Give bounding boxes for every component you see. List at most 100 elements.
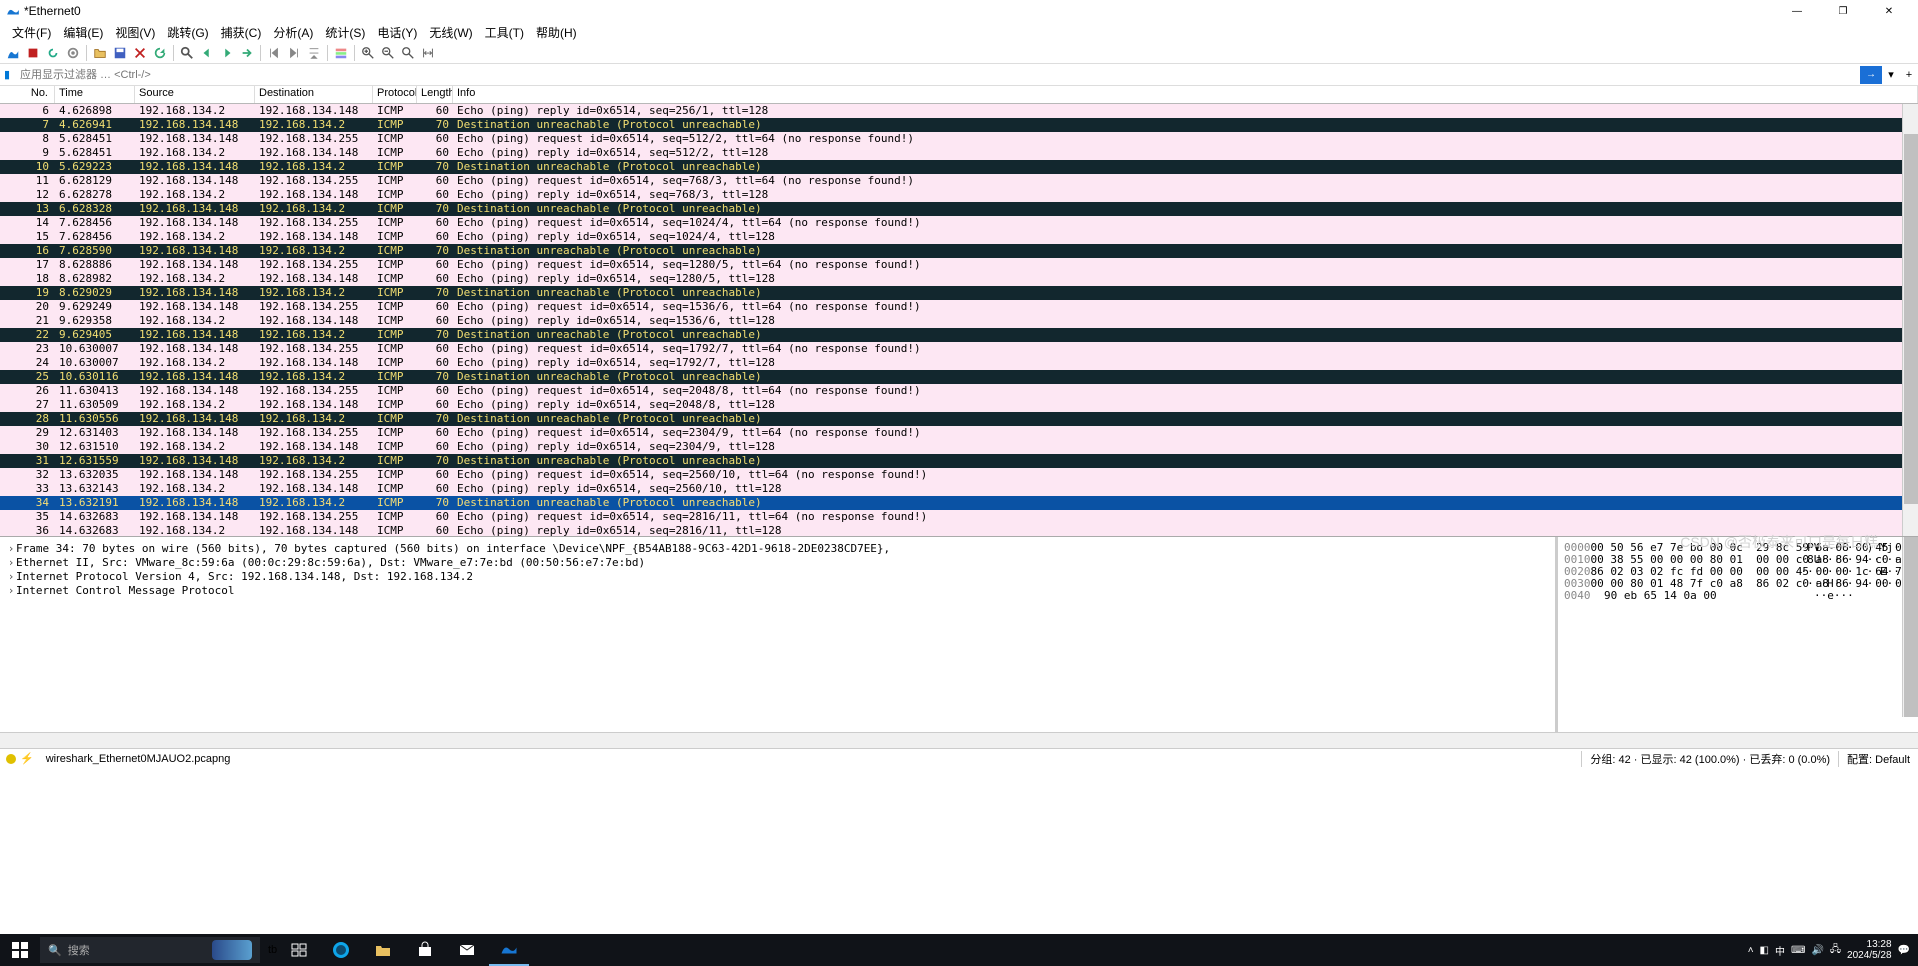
file-explorer-icon[interactable] — [363, 934, 403, 966]
zoom-in-button[interactable] — [359, 44, 377, 62]
packet-row[interactable]: 2811.630556192.168.134.148192.168.134.2I… — [0, 412, 1918, 426]
packet-row[interactable]: 188.628982192.168.134.2192.168.134.148IC… — [0, 272, 1918, 286]
menu-item[interactable]: 电话(Y) — [371, 22, 423, 43]
packet-row[interactable]: 229.629405192.168.134.148192.168.134.2IC… — [0, 328, 1918, 342]
menu-item[interactable]: 无线(W) — [423, 22, 478, 43]
filter-add-button[interactable]: + — [1900, 65, 1918, 85]
packet-row[interactable]: 3313.632143192.168.134.2192.168.134.148I… — [0, 482, 1918, 496]
packet-row[interactable]: 2611.630413192.168.134.148192.168.134.25… — [0, 384, 1918, 398]
status-profile[interactable]: 配置: Default — [1838, 751, 1918, 767]
packet-row[interactable]: 209.629249192.168.134.148192.168.134.255… — [0, 300, 1918, 314]
packet-row[interactable]: 178.628886192.168.134.148192.168.134.255… — [0, 258, 1918, 272]
column-destination[interactable]: Destination — [255, 86, 373, 103]
open-file-button[interactable] — [91, 44, 109, 62]
zoom-reset-button[interactable] — [399, 44, 417, 62]
menu-item[interactable]: 工具(T) — [479, 22, 530, 43]
packet-row[interactable]: 95.628451192.168.134.2192.168.134.148ICM… — [0, 146, 1918, 160]
packet-row[interactable]: 136.628328192.168.134.148192.168.134.2IC… — [0, 202, 1918, 216]
packet-row[interactable]: 2410.630007192.168.134.2192.168.134.148I… — [0, 356, 1918, 370]
hex-line[interactable]: 001000 38 55 00 00 00 80 01 00 00 c0 a8 … — [1564, 553, 1912, 565]
packet-row[interactable]: 3112.631559192.168.134.148192.168.134.2I… — [0, 454, 1918, 468]
go-to-button[interactable] — [238, 44, 256, 62]
packet-row[interactable]: 126.628278192.168.134.2192.168.134.148IC… — [0, 188, 1918, 202]
taskbar-search[interactable]: 🔍 搜索 — [40, 937, 260, 963]
tray-ime-icon[interactable]: 中 — [1775, 943, 1785, 958]
colorize-button[interactable] — [332, 44, 350, 62]
task-view-button[interactable] — [279, 934, 319, 966]
start-capture-button[interactable] — [4, 44, 22, 62]
display-filter-input[interactable] — [14, 65, 1860, 85]
packet-list-scrollbar[interactable] — [1902, 104, 1918, 536]
bookmark-icon[interactable]: ▮ — [0, 65, 14, 85]
go-forward-button[interactable] — [218, 44, 236, 62]
resize-columns-button[interactable] — [419, 44, 437, 62]
menu-item[interactable]: 统计(S) — [319, 22, 371, 43]
column-length[interactable]: Length — [417, 86, 453, 103]
minimize-button[interactable]: — — [1774, 0, 1820, 22]
go-back-button[interactable] — [198, 44, 216, 62]
column-source[interactable]: Source — [135, 86, 255, 103]
packet-row[interactable]: 2912.631403192.168.134.148192.168.134.25… — [0, 426, 1918, 440]
hex-line[interactable]: 003000 00 80 01 48 7f c0 a8 86 02 c0 a8 … — [1564, 577, 1912, 589]
reload-button[interactable] — [151, 44, 169, 62]
tray-up-icon[interactable]: ˄ — [1748, 945, 1754, 956]
packet-row[interactable]: 198.629029192.168.134.148192.168.134.2IC… — [0, 286, 1918, 300]
packet-row[interactable]: 85.628451192.168.134.148192.168.134.255I… — [0, 132, 1918, 146]
tree-toggle-icon[interactable]: › — [6, 556, 16, 569]
zoom-out-button[interactable] — [379, 44, 397, 62]
detail-tree-item[interactable]: › Internet Protocol Version 4, Src: 192.… — [6, 569, 1549, 583]
tray-input-icon[interactable]: ⌨ — [1791, 945, 1805, 956]
capture-options-button[interactable] — [64, 44, 82, 62]
find-button[interactable] — [178, 44, 196, 62]
go-first-button[interactable] — [265, 44, 283, 62]
packet-details-pane[interactable]: › Frame 34: 70 bytes on wire (560 bits),… — [0, 537, 1558, 732]
wireshark-taskbar-icon[interactable] — [489, 934, 529, 966]
save-file-button[interactable] — [111, 44, 129, 62]
detail-tree-item[interactable]: › Ethernet II, Src: VMware_8c:59:6a (00:… — [6, 555, 1549, 569]
column-protocol[interactable]: Protocol — [373, 86, 417, 103]
close-file-button[interactable] — [131, 44, 149, 62]
hex-scrollbar[interactable] — [1902, 537, 1918, 717]
clock-time[interactable]: 13:28 — [1847, 939, 1892, 950]
packet-row[interactable]: 64.626898192.168.134.2192.168.134.148ICM… — [0, 104, 1918, 118]
filter-dropdown-button[interactable]: ▾ — [1882, 65, 1900, 85]
packet-row[interactable]: 147.628456192.168.134.148192.168.134.255… — [0, 216, 1918, 230]
menu-item[interactable]: 跳转(G) — [161, 22, 214, 43]
go-last-button[interactable] — [285, 44, 303, 62]
detail-tree-item[interactable]: › Internet Control Message Protocol — [6, 583, 1549, 597]
column-info[interactable]: Info — [453, 86, 1918, 103]
packet-row[interactable]: 74.626941192.168.134.148192.168.134.2ICM… — [0, 118, 1918, 132]
packet-row[interactable]: 105.629223192.168.134.148192.168.134.2IC… — [0, 160, 1918, 174]
notifications-icon[interactable]: 💬 — [1898, 945, 1910, 956]
status-filename[interactable]: wireshark_Ethernet0MJAUO2.pcapng — [40, 753, 1582, 765]
tray-app-icon[interactable]: ◧ — [1760, 945, 1769, 956]
detail-tree-item[interactable]: › Frame 34: 70 bytes on wire (560 bits),… — [6, 541, 1549, 555]
maximize-button[interactable]: ❐ — [1820, 0, 1866, 22]
packet-bytes-pane[interactable]: 000000 50 56 e7 7e bd 00 0c 29 8c 59 6a … — [1558, 537, 1918, 732]
tray-volume-icon[interactable]: 🔊 — [1811, 945, 1823, 956]
menu-item[interactable]: 视图(V) — [109, 22, 161, 43]
tree-toggle-icon[interactable]: › — [6, 584, 16, 597]
restart-capture-button[interactable] — [44, 44, 62, 62]
hex-line[interactable]: 002086 02 03 02 fc fd 00 00 00 00 45 00 … — [1564, 565, 1912, 577]
tree-toggle-icon[interactable]: › — [6, 542, 16, 555]
menu-item[interactable]: 分析(A) — [267, 22, 319, 43]
filter-apply-button[interactable]: → — [1860, 66, 1882, 84]
clock-date[interactable]: 2024/5/28 — [1847, 950, 1892, 961]
packet-row[interactable]: 116.628129192.168.134.148192.168.134.255… — [0, 174, 1918, 188]
packet-row[interactable]: 219.629358192.168.134.2192.168.134.148IC… — [0, 314, 1918, 328]
stop-capture-button[interactable] — [24, 44, 42, 62]
packet-row[interactable]: 3213.632035192.168.134.148192.168.134.25… — [0, 468, 1918, 482]
menu-item[interactable]: 帮助(H) — [530, 22, 583, 43]
menu-item[interactable]: 编辑(E) — [57, 22, 109, 43]
edge-icon[interactable] — [321, 934, 361, 966]
expert-info-icon[interactable] — [6, 754, 16, 764]
packet-row[interactable]: 3413.632191192.168.134.148192.168.134.2I… — [0, 496, 1918, 510]
start-button[interactable] — [0, 934, 40, 966]
column-time[interactable]: Time — [55, 86, 135, 103]
mail-icon[interactable] — [447, 934, 487, 966]
packet-row[interactable]: 2711.630509192.168.134.2192.168.134.148I… — [0, 398, 1918, 412]
packet-row[interactable]: 3614.632683192.168.134.2192.168.134.148I… — [0, 524, 1918, 536]
packet-row[interactable]: 167.628590192.168.134.148192.168.134.2IC… — [0, 244, 1918, 258]
store-icon[interactable] — [405, 934, 445, 966]
